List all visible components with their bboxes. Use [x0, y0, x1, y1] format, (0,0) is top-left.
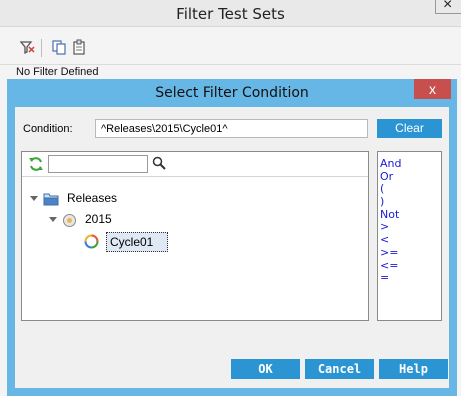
filter-status-text: No Filter Defined — [16, 66, 99, 78]
operator-item[interactable]: > — [380, 221, 441, 234]
operator-item[interactable]: = — [380, 271, 441, 285]
operator-item[interactable]: < — [380, 233, 441, 247]
window-close-button[interactable]: × — [435, 0, 461, 14]
copy-icon[interactable] — [51, 39, 67, 55]
dialog-close-button[interactable]: x — [414, 79, 451, 99]
operator-item[interactable]: Or — [380, 170, 441, 184]
condition-input[interactable] — [95, 119, 368, 138]
search-icon[interactable] — [152, 156, 166, 170]
close-icon: × — [443, 0, 453, 13]
tree-panel: Releases 2015 Cycle01 — [21, 151, 369, 321]
operator-item[interactable]: ) — [380, 195, 441, 209]
window-titlebar: Filter Test Sets × — [0, 0, 461, 27]
chevron-down-icon[interactable] — [49, 217, 57, 222]
tree-item-label: Releases — [67, 191, 118, 205]
tree-item-2015[interactable]: 2015 — [22, 211, 362, 229]
dialog-title: Select Filter Condition — [155, 85, 309, 101]
operator-item[interactable]: And — [380, 157, 441, 171]
operator-item[interactable]: >= — [380, 246, 441, 260]
operators-panel: And Or() Not > < >= <= = — [377, 151, 442, 321]
tree-toolbar — [22, 152, 368, 177]
operator-item[interactable]: <= — [380, 259, 441, 273]
tree-item-label: 2015 — [85, 212, 112, 226]
ok-button[interactable]: OK — [231, 359, 300, 379]
dialog-body: Condition: Clear — [15, 107, 449, 388]
filter-icon[interactable] — [19, 39, 35, 55]
release-icon — [63, 214, 76, 227]
toolbar — [0, 27, 461, 65]
dialog-titlebar: Select Filter Condition x — [7, 79, 457, 106]
paste-icon[interactable] — [71, 39, 87, 55]
close-icon: x — [429, 81, 436, 97]
window-title: Filter Test Sets — [176, 5, 285, 23]
tree-item-cycle01[interactable]: Cycle01 — [22, 232, 362, 252]
clear-button[interactable]: Clear — [377, 119, 442, 138]
cycle-icon — [84, 234, 99, 249]
operator-item[interactable]: ( — [380, 183, 441, 196]
refresh-icon[interactable] — [28, 156, 44, 172]
tree-item-releases[interactable]: Releases — [22, 190, 362, 208]
tree-item-label: Cycle01 — [110, 235, 154, 249]
folder-icon — [43, 193, 59, 206]
select-filter-condition-dialog: Select Filter Condition x Condition: Cle… — [7, 79, 457, 396]
tree-search-input[interactable] — [48, 155, 148, 173]
chevron-down-icon[interactable] — [30, 196, 38, 201]
condition-label: Condition: — [23, 123, 73, 135]
cancel-button[interactable]: Cancel — [305, 359, 374, 379]
operators-list: And Or() Not > < >= <= = — [378, 152, 441, 285]
help-button[interactable]: Help — [379, 359, 448, 379]
toolbar-separator — [41, 39, 42, 57]
operator-item[interactable]: Not — [380, 208, 441, 222]
